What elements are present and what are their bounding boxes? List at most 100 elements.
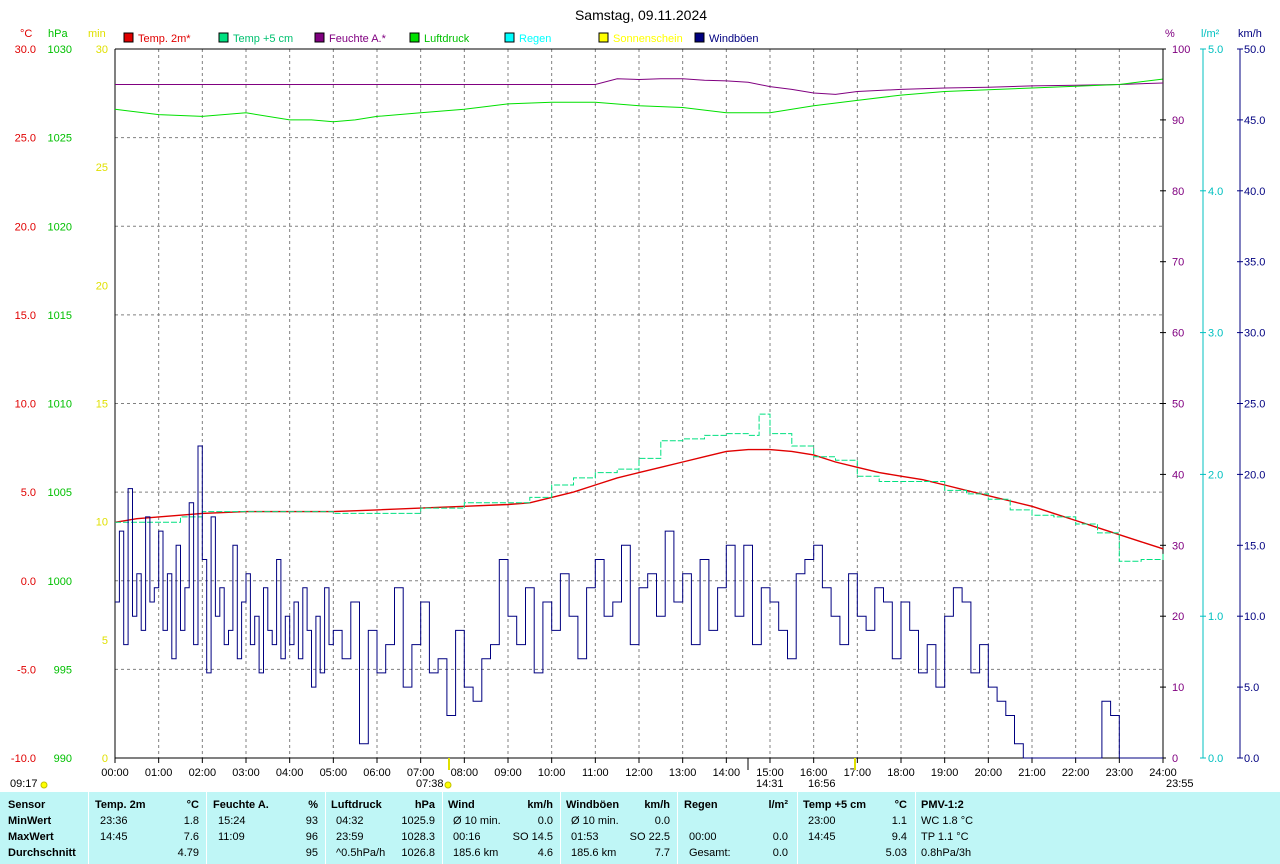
humidity-tick-label: 20 xyxy=(1172,611,1184,623)
stats-temp5-min-time: 23:00 xyxy=(808,815,836,827)
stats-separator xyxy=(88,792,89,864)
x-tick-label: 02:00 xyxy=(189,767,217,779)
humidity-tick-label: 80 xyxy=(1172,186,1184,198)
stats-row-label: MinWert xyxy=(8,815,52,827)
stats-separator xyxy=(797,792,798,864)
x-tick-label: 22:00 xyxy=(1062,767,1090,779)
wind-tick-label: 5.0 xyxy=(1244,682,1259,694)
minutes-tick-label: 10 xyxy=(96,517,108,529)
stats-boeen-max-time: 01:53 xyxy=(571,831,599,843)
unit-rain: l/m² xyxy=(1201,28,1220,40)
stats-temp5-max-value: 9.4 xyxy=(891,831,907,843)
x-tick-label: 05:00 xyxy=(320,767,348,779)
stats-temp2m-unit: °C xyxy=(186,799,199,811)
wind-tick-label: 20.0 xyxy=(1244,469,1265,481)
weather-chart: Samstag, 09.11.2024 Temp. 2m* Temp +5 cm F… xyxy=(10,7,1266,790)
x-tick-label: 14:00 xyxy=(713,767,741,779)
stats-separator xyxy=(206,792,207,864)
x-tick-label: 08:00 xyxy=(451,767,479,779)
pressure-tick-label: 1015 xyxy=(48,310,72,322)
chart-title: Samstag, 09.11.2024 xyxy=(575,7,707,23)
pressure-tick-label: 995 xyxy=(54,664,72,676)
x-tick-label: 06:00 xyxy=(363,767,391,779)
pressure-tick-label: 1000 xyxy=(48,576,72,588)
stats-pmv-row1: WC 1.8 °C xyxy=(921,815,974,827)
rain-tick-label: 3.0 xyxy=(1208,328,1223,340)
grid xyxy=(115,49,1163,758)
stats-pmv-row2: TP 1.1 °C xyxy=(921,831,969,843)
legend-label: Temp +5 cm xyxy=(233,33,293,45)
sunset-label: 16:56 xyxy=(808,778,836,790)
unit-temp: °C xyxy=(20,28,32,40)
humidity-tick-label: 10 xyxy=(1172,682,1184,694)
legend-swatch xyxy=(598,32,609,43)
stats-regen-max-value: 0.0 xyxy=(772,831,788,843)
stats-pmv-header: PMV-1:2 xyxy=(921,799,964,811)
x-tick-label: 21:00 xyxy=(1018,767,1046,779)
legend-label: Sonnenschein xyxy=(613,33,683,45)
legend-label: Luftdruck xyxy=(424,33,470,45)
minutes-tick-label: 15 xyxy=(96,399,108,411)
rain-tick-label: 1.0 xyxy=(1208,611,1223,623)
rain-tick-label: 2.0 xyxy=(1208,469,1223,481)
stats-feuchte-max-time: 11:09 xyxy=(218,831,245,843)
humidity-tick-label: 0 xyxy=(1172,753,1178,765)
temp-tick-label: 20.0 xyxy=(15,221,36,233)
stats-wind-unit: km/h xyxy=(527,799,553,811)
legend-label: Feuchte A.* xyxy=(329,33,387,45)
stats-luftdruck-max-value: 1028.3 xyxy=(401,831,435,843)
stats-feuchte-max-value: 96 xyxy=(305,831,318,843)
stats-regen-avg-label: Gesamt: xyxy=(689,847,731,859)
x-tick-label: 17:00 xyxy=(844,767,872,779)
axes: -10.0 -5.0 0.0 5.0 10.0 15.0 20.0 25.0 30.0 990 99… xyxy=(11,44,1266,779)
rain-tick-label: 5.0 xyxy=(1208,44,1223,56)
x-tick-label: 11:00 xyxy=(582,767,609,779)
temp-tick-label: 0.0 xyxy=(21,576,36,588)
rain-tick-label: 0.0 xyxy=(1208,753,1223,765)
stats-temp2m-max-time: 14:45 xyxy=(100,831,128,843)
legend-swatch xyxy=(123,32,134,43)
stats-temp5-min-value: 1.1 xyxy=(891,815,907,827)
stats-temp2m-min-time: 23:36 xyxy=(100,815,128,827)
pressure-tick-label: 1025 xyxy=(48,133,72,145)
humidity-tick-label: 100 xyxy=(1172,44,1190,56)
stats-separator xyxy=(915,792,916,864)
temp-tick-label: -10.0 xyxy=(11,753,36,765)
x-tick-label: 09:00 xyxy=(494,767,522,779)
stats-feuchte-min-time: 15:24 xyxy=(218,815,246,827)
x-tick-label: 18:00 xyxy=(887,767,915,779)
stats-separator xyxy=(325,792,326,864)
wind-tick-label: 10.0 xyxy=(1244,611,1265,623)
legend-label: Windböen xyxy=(709,33,759,45)
stats-feuchte-unit: % xyxy=(308,799,318,811)
x-tick-label: 20:00 xyxy=(975,767,1003,779)
stats-temp5-max-time: 14:45 xyxy=(808,831,836,843)
legend-label: Regen xyxy=(519,33,551,45)
humidity-tick-label: 30 xyxy=(1172,540,1184,552)
stats-luftdruck-min-value: 1025.9 xyxy=(401,815,435,827)
stats-panel: Sensor MinWert MaxWert Durchschnitt Temp. 2m… xyxy=(0,792,1280,864)
stats-wind-avg-value: 4.6 xyxy=(537,847,553,859)
sunrise-label: 07:38 xyxy=(416,778,444,790)
legend-swatch xyxy=(694,32,705,43)
stats-boeen-unit: km/h xyxy=(644,799,670,811)
wind-tick-label: 30.0 xyxy=(1244,328,1265,340)
stats-regen-header: Regen xyxy=(684,799,718,811)
x-tick-label: 13:00 xyxy=(669,767,697,779)
stats-wind-avg-label: 185.6 km xyxy=(453,847,499,859)
pressure-tick-label: 1005 xyxy=(48,487,72,499)
x-tick-label: 01:00 xyxy=(145,767,173,779)
wind-tick-label: 50.0 xyxy=(1244,44,1265,56)
stats-luftdruck-header: Luftdruck xyxy=(331,799,382,811)
stats-temp5-unit: °C xyxy=(894,799,907,811)
legend-swatch xyxy=(409,32,420,43)
wind-tick-label: 40.0 xyxy=(1244,186,1265,198)
x-tick-label: 03:00 xyxy=(232,767,260,779)
max-marker-label: 14:31 xyxy=(756,778,784,790)
stats-wind-min-value: 0.0 xyxy=(537,815,553,827)
stats-temp2m-max-value: 7.6 xyxy=(183,831,199,843)
stats-feuchte-avg-value: 95 xyxy=(305,847,318,859)
pressure-tick-label: 1010 xyxy=(48,399,72,411)
stats-feuchte-min-value: 93 xyxy=(305,815,318,827)
x-tick-label: 04:00 xyxy=(276,767,304,779)
